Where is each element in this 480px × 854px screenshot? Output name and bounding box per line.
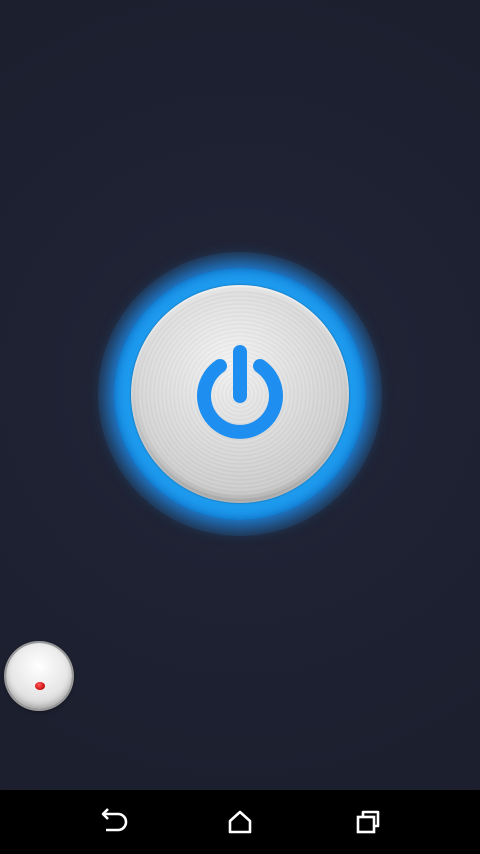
recent-apps-button[interactable]	[350, 804, 386, 840]
power-icon	[197, 345, 283, 439]
mode-toggle-knob[interactable]	[6, 643, 72, 709]
back-icon	[101, 808, 128, 832]
navigation-bar	[0, 790, 480, 854]
red-dot-indicator	[35, 682, 45, 690]
back-button[interactable]	[94, 804, 130, 840]
home-button[interactable]	[222, 804, 258, 840]
flashlight-screen	[0, 0, 480, 854]
recent-apps-icon	[356, 810, 380, 834]
home-icon	[228, 810, 252, 834]
